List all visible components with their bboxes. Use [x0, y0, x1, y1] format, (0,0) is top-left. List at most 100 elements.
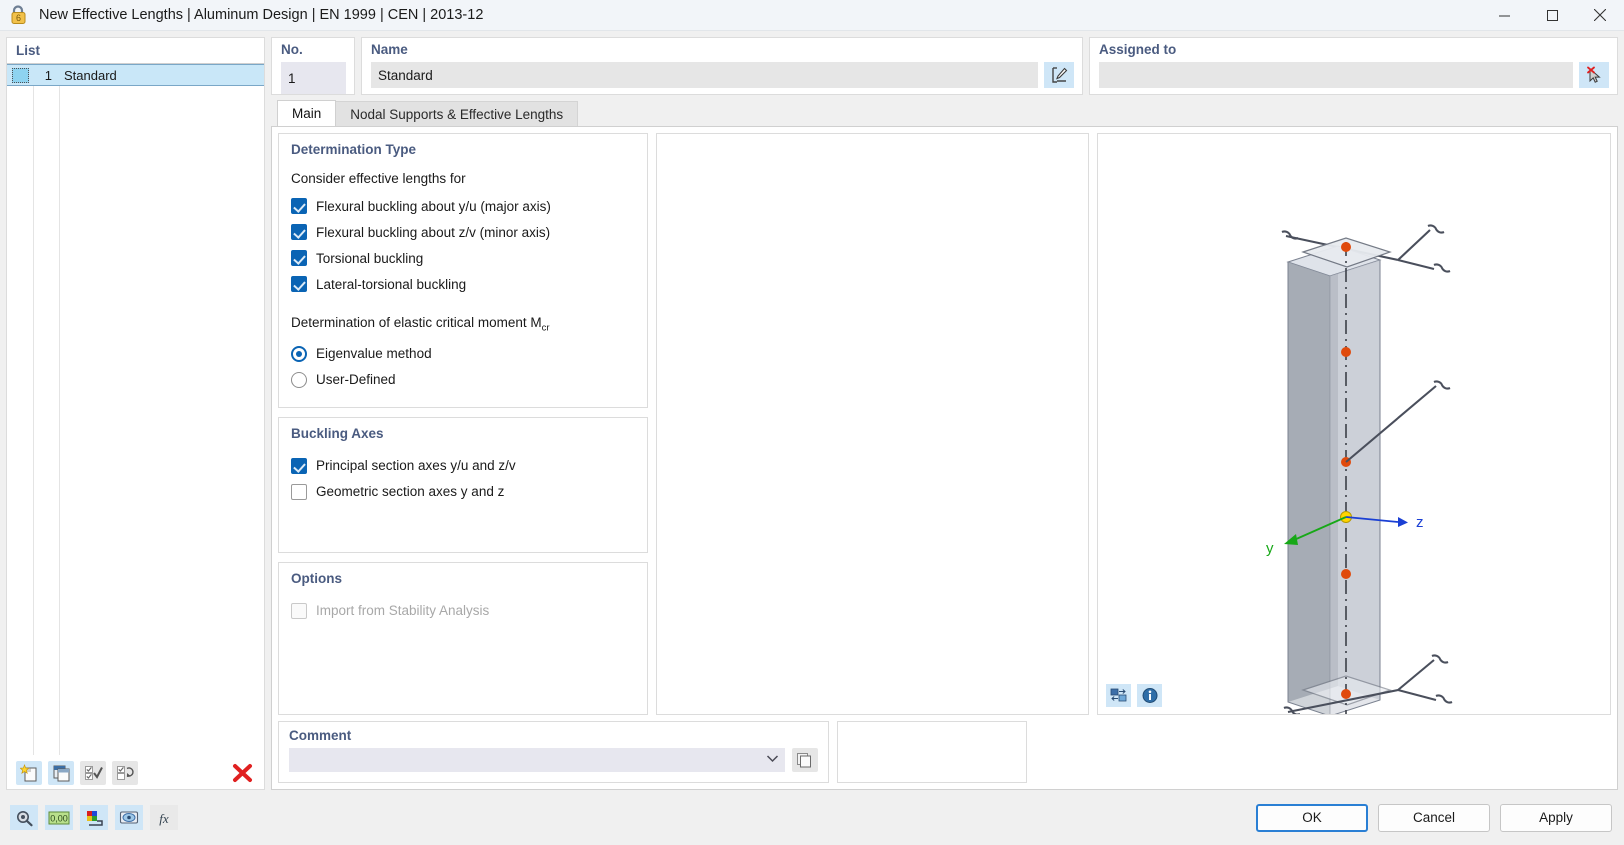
row-name: Standard [64, 67, 117, 83]
colors-button[interactable] [80, 805, 108, 830]
axis-z-label: z [1416, 514, 1424, 531]
view-column: z y [1097, 133, 1611, 715]
maximize-button[interactable] [1528, 0, 1576, 31]
checkbox-geometric-section-axes[interactable]: Geometric section axes y and z [291, 481, 635, 503]
model-3d-view[interactable]: z y [1097, 133, 1611, 715]
options-panel: Options Import from Stability Analysis [278, 561, 648, 715]
checkbox-icon[interactable] [291, 483, 307, 500]
checkbox-label: Flexural buckling about z/v (minor axis) [316, 224, 551, 240]
checkbox-label: Import from Stability Analysis [316, 603, 490, 619]
tab-nodal-supports-effective-lengths[interactable]: Nodal Supports & Effective Lengths [335, 101, 579, 126]
units-magnifier-button[interactable] [10, 805, 38, 830]
close-button[interactable] [1576, 0, 1624, 31]
copy-comment-icon[interactable] [792, 748, 818, 772]
name-input[interactable]: Standard [371, 62, 1038, 88]
dialog-body: List 1 Standard No. 1 Name Standard Assi… [0, 31, 1624, 790]
mcr-label-text: Determination of elastic critical moment… [291, 315, 542, 330]
decimal-places-label: 0,00 [50, 813, 68, 823]
checkbox-icon[interactable] [291, 250, 307, 266]
pick-deselect-cursor-icon[interactable] [1579, 62, 1609, 88]
comment-panel: Comment [278, 721, 829, 783]
assigned-label: Assigned to [1099, 42, 1177, 57]
settings-column: Determination Type Consider effective le… [278, 133, 648, 715]
tab-main[interactable]: Main [277, 100, 337, 126]
lock-shield-icon: 6 [9, 4, 31, 26]
checkbox-label: Flexural buckling about y/u (major axis) [316, 198, 551, 214]
main-column: No. 1 Name Standard Assigned to Main Nod… [271, 37, 1618, 790]
comment-side-panel [837, 721, 1027, 783]
comment-title: Comment [289, 728, 352, 743]
chevron-down-icon[interactable] [766, 754, 779, 766]
list-toolbar [7, 755, 264, 789]
preview-placeholder-panel [656, 133, 1089, 715]
checkbox-label: Torsional buckling [316, 250, 424, 266]
window-title: New Effective Lengths | Aluminum Design … [39, 7, 484, 23]
number-input[interactable]: 1 [281, 62, 346, 94]
tab-region: Main Nodal Supports & Effective Lengths … [271, 100, 1618, 790]
delete-item-button[interactable] [229, 761, 255, 785]
header-fields: No. 1 Name Standard Assigned to [271, 37, 1618, 95]
row-selection-marker[interactable] [7, 65, 33, 85]
checkbox-flexural-buckling-yu[interactable]: Flexural buckling about y/u (major axis) [291, 195, 635, 217]
options-title: Options [291, 570, 342, 586]
checkbox-label: Lateral-torsional buckling [316, 276, 467, 292]
select-all-button[interactable] [80, 760, 106, 785]
comment-row: Comment [278, 721, 1611, 783]
table-row[interactable]: 1 Standard [7, 64, 264, 86]
determination-type-title: Determination Type [291, 142, 417, 157]
view-render-mode-button[interactable] [1106, 684, 1131, 707]
mcr-determination-label: Determination of elastic critical moment… [291, 315, 635, 334]
checkbox-import-from-stability-analysis: Import from Stability Analysis [291, 600, 635, 622]
formula-label: fx [159, 811, 169, 826]
list-header: List [7, 38, 264, 64]
comment-input[interactable] [289, 748, 785, 772]
buckling-axes-title: Buckling Axes [291, 425, 384, 441]
checkbox-icon[interactable] [291, 224, 307, 240]
axis-y-label: y [1266, 540, 1274, 557]
checkbox-icon[interactable] [291, 457, 307, 474]
tab-content-row: Determination Type Consider effective le… [278, 133, 1611, 715]
formula-button[interactable]: fx [150, 805, 178, 830]
list-gridlines [7, 64, 264, 755]
minimize-button[interactable] [1480, 0, 1528, 31]
radio-icon[interactable] [291, 345, 307, 362]
effective-lengths-dialog: 6 New Effective Lengths | Aluminum Desig… [0, 0, 1624, 845]
radio-icon[interactable] [291, 371, 307, 388]
apply-button[interactable]: Apply [1500, 803, 1612, 832]
tab-strip: Main Nodal Supports & Effective Lengths [271, 100, 1618, 126]
consider-effective-lengths-label: Consider effective lengths for [291, 171, 466, 186]
name-field-group: Name Standard [361, 37, 1083, 95]
title-bar: 6 New Effective Lengths | Aluminum Desig… [0, 0, 1624, 31]
cancel-button[interactable]: Cancel [1378, 803, 1490, 832]
determination-type-panel: Determination Type Consider effective le… [278, 133, 648, 408]
radio-eigenvalue-method[interactable]: Eigenvalue method [291, 343, 635, 365]
svg-text:6: 6 [16, 13, 21, 23]
edit-name-icon[interactable] [1044, 62, 1074, 88]
checkbox-principal-section-axes[interactable]: Principal section axes y/u and z/v [291, 455, 635, 477]
list-column: List 1 Standard [6, 37, 265, 790]
view-info-button[interactable] [1137, 684, 1162, 707]
tab-page-main: Determination Type Consider effective le… [271, 126, 1618, 790]
assigned-input[interactable] [1099, 62, 1573, 88]
name-label: Name [371, 42, 408, 57]
checkbox-icon [291, 602, 307, 619]
checkbox-label: Geometric section axes y and z [316, 484, 505, 500]
duplicate-item-button[interactable] [48, 760, 74, 785]
checkbox-icon[interactable] [291, 276, 307, 292]
list-panel: List 1 Standard [6, 37, 265, 790]
dialog-footer: 0,00 fx OK Cancel Apply [0, 790, 1624, 845]
radio-user-defined[interactable]: User-Defined [291, 369, 635, 391]
middle-column [656, 133, 1089, 715]
decimal-places-button[interactable]: 0,00 [45, 805, 73, 830]
checkbox-icon[interactable] [291, 198, 307, 214]
ok-button[interactable]: OK [1256, 803, 1368, 832]
invert-selection-button[interactable] [112, 760, 138, 785]
checkbox-flexural-buckling-zv[interactable]: Flexural buckling about z/v (minor axis) [291, 221, 635, 243]
radio-label: Eigenvalue method [316, 346, 432, 362]
radio-label: User-Defined [316, 372, 396, 388]
checkbox-torsional-buckling[interactable]: Torsional buckling [291, 247, 635, 269]
display-properties-button[interactable] [115, 805, 143, 830]
checkbox-lateral-torsional-buckling[interactable]: Lateral-torsional buckling [291, 273, 635, 295]
new-item-button[interactable] [16, 760, 42, 785]
number-label: No. [281, 42, 303, 57]
